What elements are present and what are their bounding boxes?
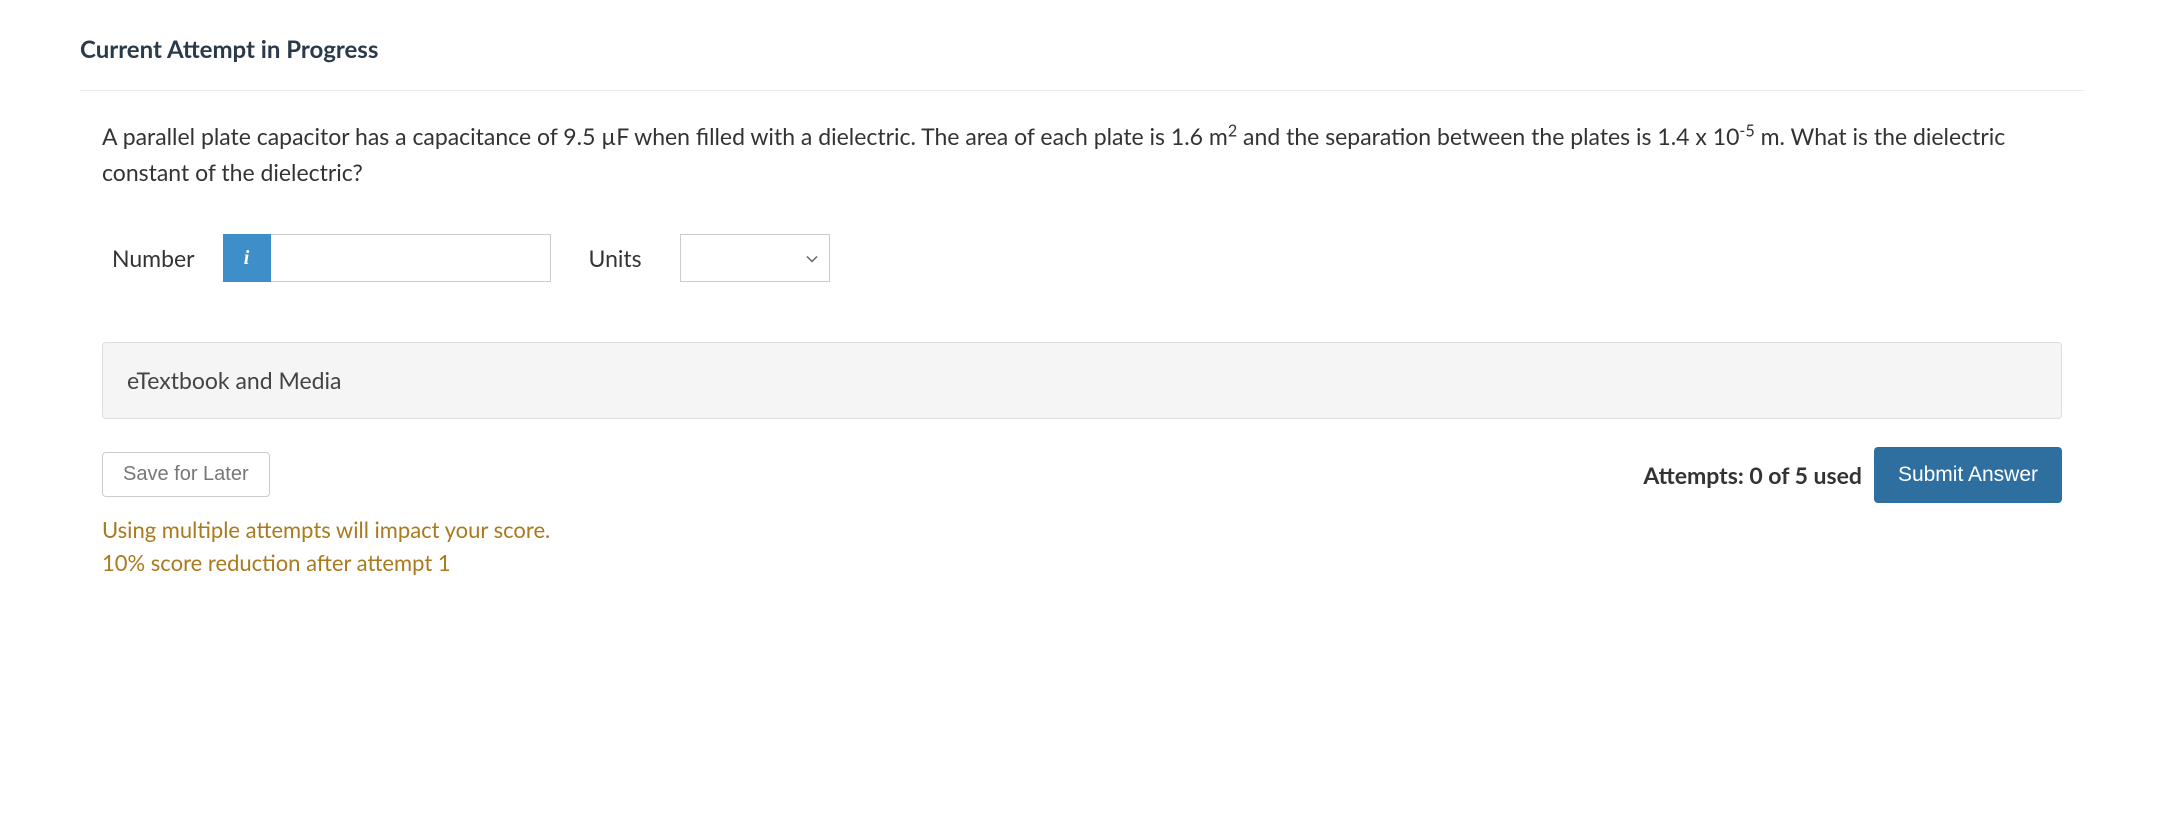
footer-row: Save for Later Attempts: 0 of 5 used Sub… [102,447,2062,503]
question-sup-1: 2 [1228,121,1237,140]
panel-title: Current Attempt in Progress [80,32,2084,68]
etextbook-media-button[interactable]: eTextbook and Media [102,342,2062,419]
panel-body: A parallel plate capacitor has a capacit… [80,91,2084,619]
attempt-panel: Current Attempt in Progress A parallel p… [80,0,2084,619]
footer-right-group: Attempts: 0 of 5 used Submit Answer [1643,447,2062,503]
etextbook-label: eTextbook and Media [127,366,341,394]
units-select[interactable] [680,234,830,282]
question-sup-2: -5 [1739,121,1754,140]
number-label: Number [112,241,195,276]
question-text: A parallel plate capacitor has a capacit… [102,119,2062,190]
question-part-2: and the separation between the plates is… [1237,122,1739,150]
save-for-later-button[interactable]: Save for Later [102,452,270,497]
number-input[interactable] [271,234,551,282]
submit-answer-button[interactable]: Submit Answer [1874,447,2062,503]
warning-line-2: 10% score reduction after attempt 1 [102,546,2062,579]
units-select-wrap [680,234,830,282]
warning-line-1: Using multiple attempts will impact your… [102,513,2062,546]
answer-row: Number i Units [112,234,2062,282]
units-label: Units [589,241,642,276]
attempts-text: Attempts: 0 of 5 used [1643,458,1862,493]
panel-header: Current Attempt in Progress [80,0,2084,91]
question-part-1: A parallel plate capacitor has a capacit… [102,122,1228,150]
warning-block: Using multiple attempts will impact your… [102,513,2062,579]
info-icon[interactable]: i [223,234,271,282]
